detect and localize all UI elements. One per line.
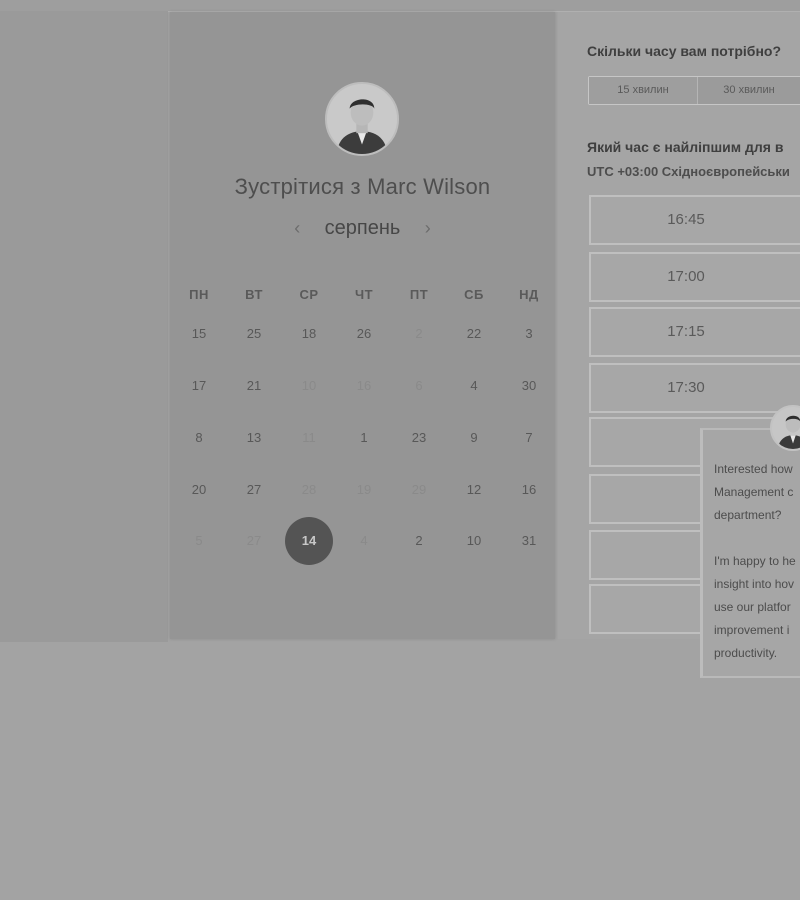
calendar-day[interactable]: 17 bbox=[175, 362, 223, 410]
chat-message-intro: Interested how Management c department? bbox=[714, 462, 794, 522]
calendar-day[interactable]: 10 bbox=[285, 362, 333, 410]
calendar-day[interactable]: 2 bbox=[395, 517, 443, 565]
time-slot[interactable]: 17:15 bbox=[589, 307, 800, 357]
calendar-grid: 15 25 18 26 2 22 3 17 21 10 16 6 4 30 8 13 11 1 23 9 7 20 27 28… bbox=[170, 12, 555, 639]
calendar-day[interactable]: 22 bbox=[450, 310, 498, 358]
calendar-day[interactable]: 28 bbox=[285, 466, 333, 514]
calendar-day[interactable]: 21 bbox=[230, 362, 278, 410]
duration-option-30[interactable]: 30 хвилин bbox=[697, 77, 800, 104]
duration-question: Скільки часу вам потрібно? bbox=[587, 43, 782, 59]
calendar-day[interactable]: 4 bbox=[450, 362, 498, 410]
calendar-day[interactable]: 2 bbox=[395, 310, 443, 358]
time-question: Який час є найліпшим для в bbox=[587, 139, 784, 155]
calendar-day[interactable]: 31 bbox=[505, 517, 553, 565]
calendar-day[interactable]: 10 bbox=[450, 517, 498, 565]
calendar-panel: Зустрітися з Marc Wilson ‹ серпень › ПН В… bbox=[170, 12, 555, 639]
calendar-day[interactable]: 16 bbox=[505, 466, 553, 514]
calendar-day[interactable]: 16 bbox=[340, 362, 388, 410]
selected-day[interactable]: 14 bbox=[285, 517, 333, 565]
calendar-day[interactable]: 18 bbox=[285, 310, 333, 358]
calendar-day[interactable]: 25 bbox=[230, 310, 278, 358]
chat-popup[interactable]: Interested how Management c department? … bbox=[700, 428, 800, 678]
calendar-day[interactable]: 29 bbox=[395, 466, 443, 514]
time-slot[interactable]: 16:45 bbox=[589, 195, 800, 245]
calendar-day[interactable]: 15 bbox=[175, 310, 223, 358]
person-photo-icon bbox=[772, 407, 800, 449]
duration-option-15[interactable]: 15 хвилин bbox=[589, 77, 698, 104]
calendar-day[interactable]: 26 bbox=[340, 310, 388, 358]
calendar-day[interactable]: 27 bbox=[230, 466, 278, 514]
calendar-day[interactable]: 4 bbox=[340, 517, 388, 565]
calendar-day[interactable]: 19 bbox=[340, 466, 388, 514]
calendar-day[interactable]: 5 bbox=[175, 517, 223, 565]
calendar-day[interactable]: 9 bbox=[450, 414, 498, 462]
calendar-day[interactable]: 27 bbox=[230, 517, 278, 565]
calendar-day[interactable]: 1 bbox=[340, 414, 388, 462]
time-slot[interactable]: 17:00 bbox=[589, 252, 800, 302]
chat-message-offer: I'm happy to he insight into hov use our… bbox=[714, 554, 796, 660]
calendar-day[interactable]: 11 bbox=[285, 414, 333, 462]
time-slot-label: 17:30 bbox=[667, 379, 705, 396]
calendar-day[interactable]: 8 bbox=[175, 414, 223, 462]
duration-selector: 15 хвилин 30 хвилин bbox=[588, 76, 800, 105]
bottom-area bbox=[0, 642, 800, 900]
left-panel bbox=[0, 11, 168, 644]
time-slot-label: 16:45 bbox=[667, 211, 705, 228]
time-slot-label: 17:15 bbox=[667, 323, 705, 340]
calendar-day[interactable]: 30 bbox=[505, 362, 553, 410]
calendar-day[interactable]: 7 bbox=[505, 414, 553, 462]
calendar-day[interactable]: 6 bbox=[395, 362, 443, 410]
calendar-day[interactable]: 12 bbox=[450, 466, 498, 514]
calendar-day[interactable]: 23 bbox=[395, 414, 443, 462]
timezone-label[interactable]: UTC +03:00 Східноєвропейськи bbox=[587, 164, 790, 179]
time-slot-label: 17:00 bbox=[667, 268, 705, 285]
calendar-day[interactable]: 20 bbox=[175, 466, 223, 514]
time-slot[interactable]: 17:30 bbox=[589, 363, 800, 413]
calendar-day[interactable]: 3 bbox=[505, 310, 553, 358]
calendar-day[interactable]: 13 bbox=[230, 414, 278, 462]
